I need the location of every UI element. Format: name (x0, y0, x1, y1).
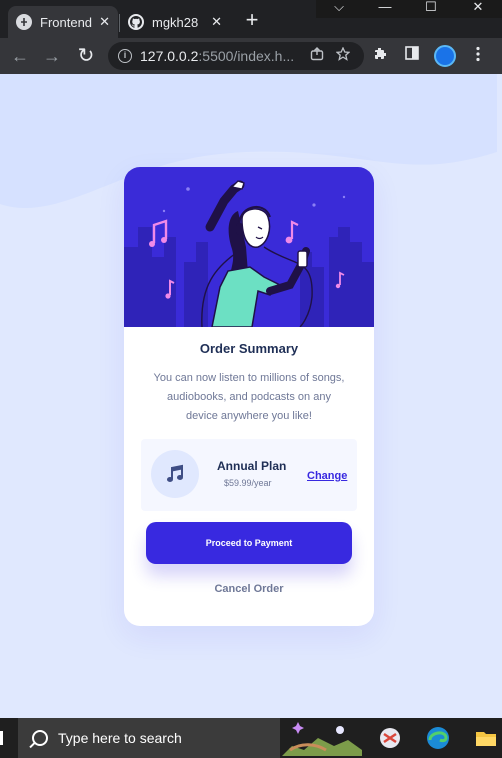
side-panel-icon[interactable] (402, 46, 422, 66)
search-icon (32, 730, 48, 746)
tab-close-icon[interactable]: ✕ (99, 14, 110, 30)
github-favicon (128, 14, 144, 30)
snipping-tool-icon[interactable] (378, 726, 402, 750)
browser-toolbar: ← → ↻ i 127.0.0.2:5500/index.h... (0, 38, 502, 74)
search-placeholder: Type here to search (58, 730, 182, 746)
edge-icon[interactable] (426, 726, 450, 750)
order-description: You can now listen to millions of songs,… (153, 372, 345, 422)
reload-button[interactable]: ↻ (74, 44, 98, 68)
tab-close-icon[interactable]: ✕ (211, 14, 222, 30)
order-summary-title: Order Summary (199, 341, 299, 356)
new-tab-button[interactable]: + (240, 9, 264, 33)
share-icon[interactable] (308, 47, 326, 65)
extensions-icon[interactable] (370, 46, 390, 66)
profile-avatar[interactable] (434, 45, 456, 67)
order-summary-card: Order Summary You can now listen to mill… (124, 167, 374, 626)
star-icon[interactable] (334, 46, 352, 65)
url-path: :5500/index.h... (198, 48, 295, 64)
tab-title: mgkh28 (152, 14, 199, 30)
change-plan-link[interactable]: Change (307, 470, 347, 482)
maximize-button[interactable]: ☐ (408, 0, 454, 18)
hero-illustration (124, 167, 374, 327)
minimize-button[interactable]: — (362, 0, 408, 18)
taskbar-search-box[interactable]: Type here to search (18, 718, 280, 758)
window-close-button[interactable]: ✕ (454, 0, 502, 18)
forward-button[interactable]: → (40, 44, 64, 68)
plan-price: $59.99/year (224, 478, 272, 488)
tab-frontend[interactable]: Frontend ✕ (8, 6, 118, 38)
tab-title: Frontend (40, 14, 93, 30)
url-host: 127.0.0.2 (140, 48, 199, 64)
proceed-to-payment-button[interactable]: Proceed to Payment (146, 522, 352, 564)
info-icon[interactable]: i (118, 49, 132, 63)
browser-tab-bar: Frontend ✕ mgkh28 ✕ + ⌵ — ☐ ✕ (0, 0, 502, 38)
address-bar[interactable]: i 127.0.0.2:5500/index.h... (108, 42, 364, 70)
plan-name: Annual Plan (217, 459, 287, 473)
tab-github[interactable]: mgkh28 ✕ (120, 6, 230, 38)
menu-icon[interactable] (468, 46, 488, 66)
url-text: 127.0.0.2:5500/index.h... (140, 48, 294, 64)
search-highlights-icon[interactable] (282, 720, 362, 756)
music-note-icon (151, 450, 199, 498)
show-desktop-edge (0, 731, 3, 745)
back-button[interactable]: ← (8, 44, 32, 68)
cancel-order-button[interactable]: Cancel Order (124, 583, 374, 595)
plan-box: Annual Plan $59.99/year Change (141, 439, 357, 511)
file-explorer-icon[interactable] (474, 726, 498, 750)
windows-taskbar: Type here to search (0, 718, 502, 758)
page-viewport: Order Summary You can now listen to mill… (0, 74, 497, 718)
tab-search-chevron-icon[interactable]: ⌵ (316, 0, 362, 18)
frontend-mentor-favicon (16, 14, 32, 30)
page-edge-strip (497, 74, 502, 718)
